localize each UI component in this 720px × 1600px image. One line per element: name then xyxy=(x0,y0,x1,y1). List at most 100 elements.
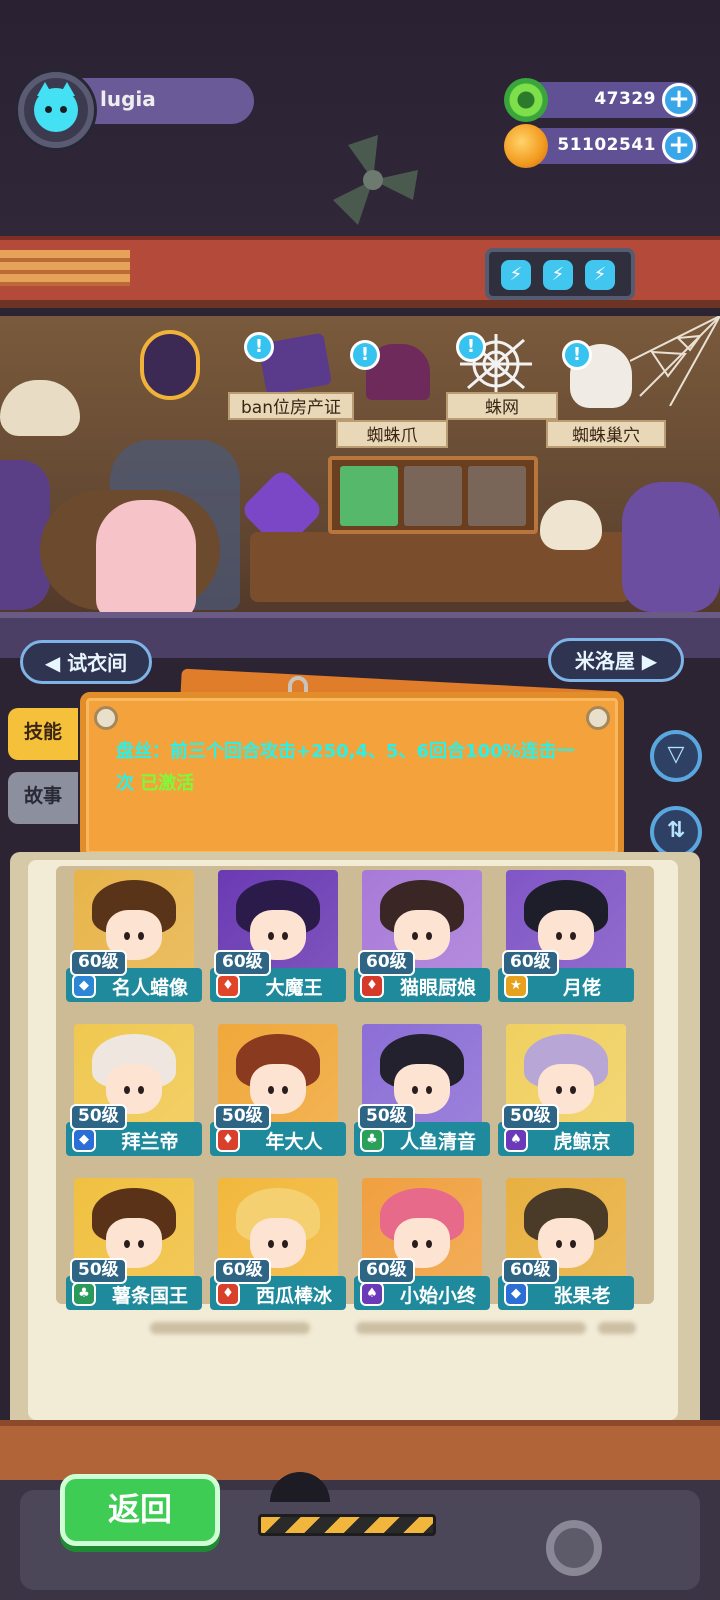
character-eye xyxy=(426,1240,432,1248)
character-name: 名人蜡像 xyxy=(111,977,188,999)
element-dark-icon: ♠ xyxy=(360,1282,384,1306)
alert-icon: ! xyxy=(244,332,274,362)
tag-ban-property-deed[interactable]: ban位房产证 xyxy=(228,392,354,420)
green-gem-icon xyxy=(504,78,548,122)
element-wind-icon: ◆ xyxy=(504,1282,528,1306)
planet-coin-icon xyxy=(504,124,548,168)
energy-icon: ⚡ xyxy=(543,260,573,290)
character-name: 张果老 xyxy=(553,1285,611,1307)
character-level: 60级 xyxy=(358,950,415,976)
character-eye xyxy=(282,1240,288,1248)
player-avatar[interactable] xyxy=(18,72,94,148)
character-card[interactable]: 西瓜棒冰 60级 ♦ xyxy=(210,1174,346,1314)
energy-panel: ⚡ ⚡ ⚡ xyxy=(485,248,635,300)
shelf-vent xyxy=(0,250,130,286)
pin-icon xyxy=(94,706,118,730)
character-name: 猫眼厨娘 xyxy=(399,977,476,999)
character-card[interactable]: 拜兰帝 50级 ◆ xyxy=(66,1020,202,1160)
character-eye xyxy=(412,1240,418,1248)
milo-house-button[interactable]: 米洛屋 ▶ xyxy=(548,638,684,682)
character-level: 60级 xyxy=(502,1258,559,1284)
character-card[interactable]: 名人蜡像 60级 ◆ xyxy=(66,866,202,1006)
fan-icon xyxy=(333,135,418,225)
skill-description: 盘丝：前三个回合攻击+250,4、5、6回合100%连击一次 已激活 xyxy=(116,736,586,800)
character-level: 50级 xyxy=(502,1104,559,1130)
element-light-icon: ★ xyxy=(504,974,528,998)
element-fire-icon: ♦ xyxy=(360,974,384,998)
element-wind-icon: ◆ xyxy=(72,1128,96,1152)
character-name: 年大人 xyxy=(265,1131,323,1153)
skill-card: 盘丝：前三个回合攻击+250,4、5、6回合100%连击一次 已激活 xyxy=(80,692,624,860)
character-card[interactable]: 薯条国王 50级 ♣ xyxy=(66,1174,202,1314)
character-eye xyxy=(268,1086,274,1094)
character-level: 60级 xyxy=(502,950,559,976)
fitting-room-button[interactable]: ◀ 试衣间 xyxy=(20,640,152,684)
character-eye xyxy=(426,1086,432,1094)
character-eye xyxy=(556,1240,562,1248)
gem-count: 47329 xyxy=(594,89,656,109)
character-level: 50级 xyxy=(70,1258,127,1284)
character-card[interactable]: 大魔王 60级 ♦ xyxy=(210,866,346,1006)
character-eye xyxy=(412,932,418,940)
slot-empty[interactable] xyxy=(468,466,526,526)
character-eye xyxy=(570,932,576,940)
element-fire-icon: ♦ xyxy=(216,1128,240,1152)
character-eye xyxy=(556,932,562,940)
energy-icon: ⚡ xyxy=(501,260,531,290)
character-card[interactable]: 虎鲸京 50级 ♠ xyxy=(498,1020,634,1160)
character-eye xyxy=(426,932,432,940)
alert-icon: ! xyxy=(562,340,592,370)
character-card[interactable]: 小始小终 60级 ♠ xyxy=(354,1174,490,1314)
tag-spider-nest[interactable]: 蜘蛛巢穴 xyxy=(546,420,666,448)
player-character[interactable] xyxy=(96,500,196,620)
energy-icon: ⚡ xyxy=(585,260,615,290)
slot-character[interactable] xyxy=(340,466,398,526)
character-level: 60级 xyxy=(358,1258,415,1284)
filter-button[interactable]: ▽ xyxy=(650,730,702,782)
sort-icon: ⇅ xyxy=(666,818,686,843)
tag-spider-claw[interactable]: 蜘蛛爪 xyxy=(336,420,448,448)
character-level: 60级 xyxy=(214,1258,271,1284)
element-fire-icon: ♦ xyxy=(216,974,240,998)
filter-icon: ▽ xyxy=(667,742,685,767)
character-level: 50级 xyxy=(70,1104,127,1130)
sort-button[interactable]: ⇅ xyxy=(650,806,702,858)
element-water-icon: ◆ xyxy=(72,974,96,998)
alert-icon: ! xyxy=(350,340,380,370)
character-name: 小始小终 xyxy=(399,1285,476,1307)
gem-currency: 47329 + xyxy=(504,78,698,122)
character-card[interactable]: 月佬 60级 ★ xyxy=(498,866,634,1006)
element-fire-icon: ♦ xyxy=(216,1282,240,1306)
character-level: 60级 xyxy=(70,950,127,976)
character-eye xyxy=(138,1240,144,1248)
back-button[interactable]: 返回 xyxy=(60,1474,220,1546)
character-eye xyxy=(282,1086,288,1094)
tab-skill[interactable]: 技能 xyxy=(8,708,78,760)
gear-icon xyxy=(546,1520,602,1576)
character-eye xyxy=(570,1086,576,1094)
character-card[interactable]: 人鱼清音 50级 ♣ xyxy=(354,1020,490,1160)
character-eye xyxy=(138,1086,144,1094)
pin-icon xyxy=(586,706,610,730)
element-nature-icon: ♣ xyxy=(360,1128,384,1152)
character-level: 60级 xyxy=(214,950,271,976)
character-card[interactable]: 猫眼厨娘 60级 ♦ xyxy=(354,866,490,1006)
add-coin-button[interactable]: + xyxy=(662,129,696,163)
slot-empty[interactable] xyxy=(404,466,462,526)
character-level: 50级 xyxy=(214,1104,271,1130)
tab-story[interactable]: 故事 xyxy=(8,772,78,824)
character-card[interactable]: 张果老 60级 ◆ xyxy=(498,1174,634,1314)
skull-icon xyxy=(540,500,602,550)
character-name: 薯条国王 xyxy=(111,1285,188,1307)
player-name: lugia xyxy=(78,78,254,124)
coin-currency: 51102541 + xyxy=(504,124,698,168)
character-eye xyxy=(556,1086,562,1094)
character-eye xyxy=(412,1086,418,1094)
character-card[interactable]: 年大人 50级 ♦ xyxy=(210,1020,346,1160)
add-gem-button[interactable]: + xyxy=(662,83,696,117)
cat-avatar-icon xyxy=(34,82,78,132)
tag-spider-web[interactable]: 蛛网 xyxy=(446,392,558,420)
hazard-stripe xyxy=(258,1514,436,1536)
alert-icon: ! xyxy=(456,332,486,362)
potion-jar-icon xyxy=(622,482,720,612)
